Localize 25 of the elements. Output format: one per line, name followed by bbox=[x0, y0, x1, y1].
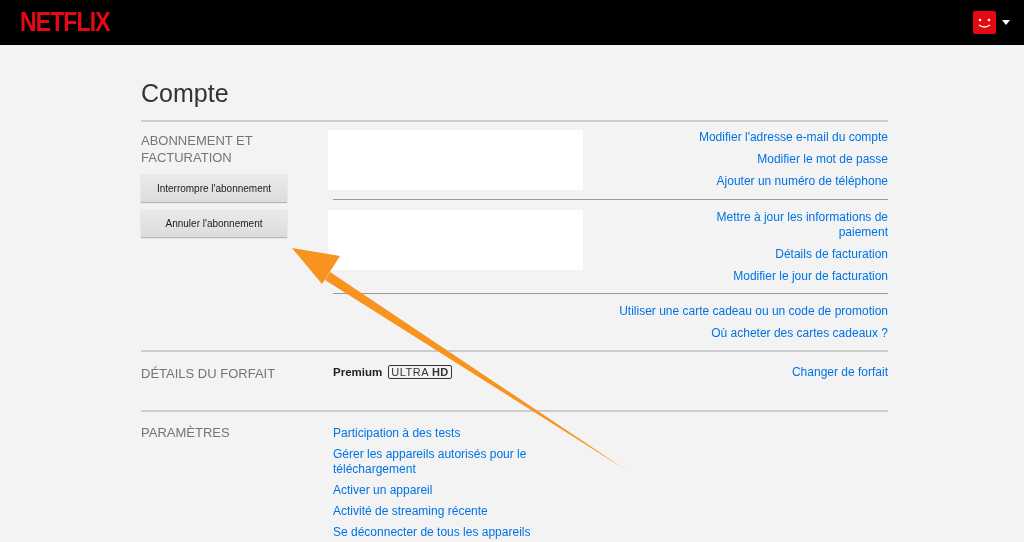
page-title: Compte bbox=[141, 79, 230, 108]
membership-button[interactable]: Annuler l'abonnement bbox=[141, 209, 287, 237]
logo[interactable]: NETFLIX bbox=[20, 7, 110, 38]
account-link[interactable]: Détails de facturation bbox=[775, 247, 888, 262]
account-link[interactable]: Modifier l'adresse e-mail du compte bbox=[698, 130, 888, 145]
account-link[interactable]: Ajouter un numéro de téléphone bbox=[716, 174, 888, 189]
account-link[interactable]: Mettre à jour les informations de paiement bbox=[688, 210, 888, 240]
section-heading: DÉTAILS DU FORFAIT bbox=[141, 365, 277, 382]
section-heading: PARAMÈTRES bbox=[141, 424, 231, 441]
settings-link[interactable]: Gérer les appareils autorisés pour le téléchargement bbox=[333, 447, 533, 477]
section-heading: ABONNEMENT ET FACTURATION bbox=[141, 132, 254, 166]
membership-button[interactable]: Interrompre l'abonnement bbox=[141, 174, 287, 202]
account-link[interactable]: Changer de forfait bbox=[791, 365, 888, 380]
quality-badge: ULTRA HD bbox=[388, 365, 452, 379]
caret-icon[interactable] bbox=[1002, 20, 1010, 25]
account-link[interactable]: Modifier le jour de facturation bbox=[733, 269, 888, 284]
account-link[interactable]: Utiliser une carte cadeau ou un code de promotion bbox=[619, 304, 888, 319]
settings-link[interactable]: Participation à des tests bbox=[333, 426, 461, 441]
settings-link[interactable]: Se déconnecter de tous les appareils bbox=[333, 525, 531, 540]
settings-link[interactable]: Activer un appareil bbox=[333, 483, 433, 498]
profile-avatar-icon[interactable] bbox=[973, 11, 996, 34]
account-link[interactable]: Modifier le mot de passe bbox=[757, 152, 888, 167]
account-link[interactable]: Où acheter des cartes cadeaux ? bbox=[711, 326, 888, 341]
plan-name: Premium bbox=[333, 366, 383, 378]
settings-link[interactable]: Activité de streaming récente bbox=[333, 504, 488, 519]
